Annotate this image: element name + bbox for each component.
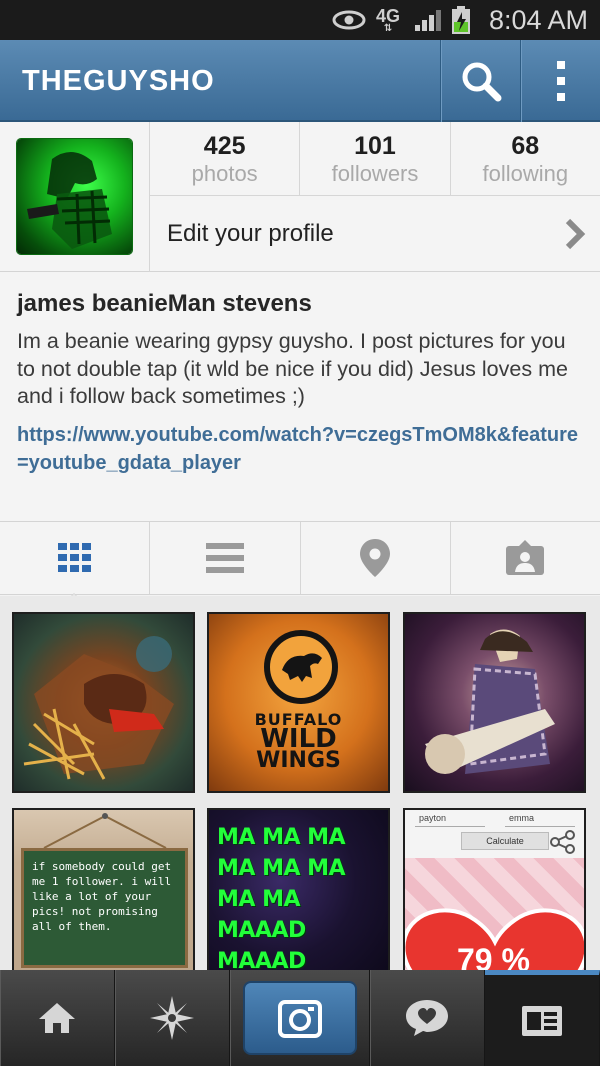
chalkboard-text: if somebody could get me 1 follower. i w… <box>21 848 188 968</box>
nav-news[interactable] <box>370 970 485 1066</box>
profile-icon <box>522 1005 562 1036</box>
stat-label: followers <box>331 161 419 186</box>
photo-thumbnail[interactable]: BUFFALO WILD WINGS <box>207 612 390 793</box>
stat-following[interactable]: 68 following <box>451 122 600 195</box>
profile-view-tabs <box>0 522 600 595</box>
list-view-icon <box>205 543 244 573</box>
profile-bio: james beanieMan stevens Im a beanie wear… <box>0 272 600 522</box>
edit-profile-label: Edit your profile <box>167 220 334 247</box>
input-line-1 <box>415 826 485 827</box>
stat-label: photos <box>191 161 258 186</box>
grid-view-icon <box>57 543 91 572</box>
action-bar: THEGUYSHO <box>0 40 600 122</box>
tab-list[interactable] <box>150 522 301 594</box>
logo-text-line3: WINGS <box>256 748 341 773</box>
battery-icon <box>450 0 472 40</box>
photo-grid: BUFFALO WILD WINGS if somebody could get… <box>0 596 600 970</box>
photo-caption-text: MA MA MA MA MA MA MA MA MAAAD MAAAD MAAA… <box>217 825 346 970</box>
tab-grid[interactable] <box>0 522 151 594</box>
buffalo-wild-wings-logo: BUFFALO WILD WINGS <box>209 614 388 791</box>
name-label-1: payton <box>419 813 447 823</box>
stat-value: 101 <box>354 132 396 160</box>
avatar-container <box>0 122 150 272</box>
camera-button <box>242 981 357 1055</box>
tab-tagged[interactable] <box>451 522 600 594</box>
edit-profile-button[interactable]: Edit your profile <box>150 196 600 272</box>
bio-text: Im a beanie wearing gypsy guysho. I post… <box>17 329 568 408</box>
page-title: THEGUYSHO <box>22 65 215 97</box>
nav-explore[interactable] <box>115 970 230 1066</box>
tagged-photos-icon <box>506 540 545 575</box>
home-icon <box>39 1003 75 1033</box>
stat-value: 425 <box>203 132 246 160</box>
calculate-button-image: Calculate <box>461 832 549 850</box>
input-line-2 <box>505 826 575 827</box>
photo-thumbnail[interactable] <box>403 612 586 793</box>
profile-stats: 425 photos 101 followers 68 following <box>150 122 600 196</box>
clock: 8:04 AM <box>488 4 588 35</box>
tab-map[interactable] <box>301 522 451 594</box>
photo-thumbnail[interactable]: payton emma Calculate 79 % <box>403 808 586 970</box>
share-icon <box>550 830 575 854</box>
photo-thumbnail[interactable]: MA MA MA MA MA MA MA MA MAAAD MAAAD MAAA… <box>207 808 390 970</box>
compatibility-percent: 79 % <box>457 942 530 970</box>
signal-icon <box>414 0 442 40</box>
more-vertical-icon <box>556 61 565 101</box>
search-button[interactable] <box>440 40 520 122</box>
bottom-navigation <box>0 970 600 1066</box>
nav-profile[interactable] <box>485 970 600 1066</box>
stat-photos[interactable]: 425 photos <box>150 122 301 195</box>
name-label-2: emma <box>509 813 535 823</box>
avatar[interactable] <box>17 139 132 254</box>
map-pin-icon <box>360 539 391 577</box>
nav-camera[interactable] <box>230 970 370 1066</box>
news-icon <box>406 1000 448 1036</box>
eye-icon <box>332 0 366 40</box>
stat-value: 68 <box>511 132 540 160</box>
nav-home[interactable] <box>0 970 115 1066</box>
chevron-right-icon <box>565 218 586 250</box>
stat-followers[interactable]: 101 followers <box>300 122 451 195</box>
overflow-menu-button[interactable] <box>520 40 600 122</box>
profile-header: 425 photos 101 followers 68 following Ed… <box>0 122 600 272</box>
camera-icon <box>277 1000 322 1038</box>
photo-thumbnail[interactable] <box>12 612 195 793</box>
logo-circle <box>264 630 338 704</box>
explore-icon <box>150 996 194 1040</box>
status-bar: 4G ⇅ 8:04 AM <box>0 0 600 40</box>
search-icon <box>462 62 501 102</box>
network-type: 4G ⇅ <box>376 5 401 34</box>
website-link[interactable]: https://www.youtube.com/watch?v=czegsTmO… <box>17 422 587 477</box>
stat-label: following <box>482 161 569 186</box>
full-name: james beanieMan stevens <box>17 290 312 317</box>
photo-thumbnail[interactable]: if somebody could get me 1 follower. i w… <box>12 808 195 970</box>
